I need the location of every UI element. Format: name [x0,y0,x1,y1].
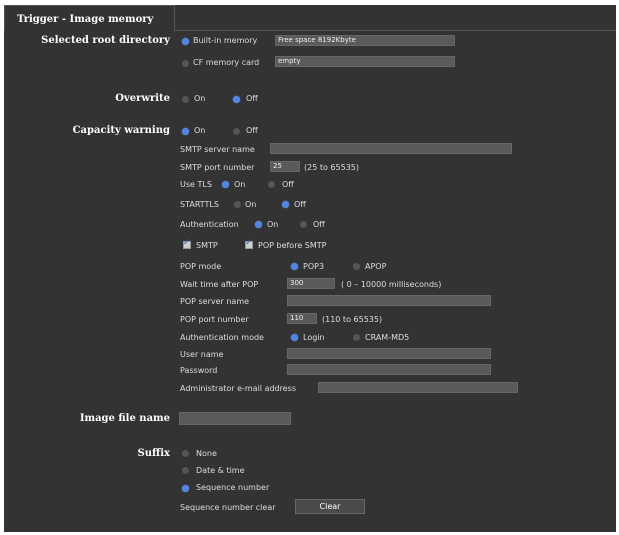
label-suffix-date-time: Date & time [196,466,245,475]
smtp-port-range: (25 to 65535) [304,163,359,172]
radio-auth-login[interactable] [291,334,298,341]
smtp-server-input[interactable] [270,143,512,154]
label-password: Password [180,366,218,375]
label-pop3: POP3 [303,262,325,271]
label-suffix-none: None [196,449,217,458]
pop-server-input[interactable] [287,295,491,306]
smtp-port-input[interactable]: 25 [270,161,300,172]
admin-email-input[interactable] [318,382,518,393]
label-pop-server: POP server name [180,297,250,306]
section-label-overwrite: Overwrite [115,93,170,104]
label-authentication: Authentication [180,220,239,229]
radio-starttls-off[interactable] [282,201,289,208]
label-pop-before-smtp: POP before SMTP [258,241,327,250]
radio-tls-on[interactable] [222,181,229,188]
section-label-root-directory: Selected root directory [41,35,170,46]
label-pop-port: POP port number [180,315,249,324]
label-auth-login: Login [303,333,325,342]
radio-auth-cram-md5[interactable] [353,334,360,341]
radio-apop[interactable] [353,263,360,270]
label-suffix-sequence: Sequence number [196,483,270,492]
radio-suffix-date-time[interactable] [182,467,189,474]
label-overwrite-off: Off [246,94,258,103]
label-wait-time: Wait time after POP [180,280,259,289]
label-tls-off: Off [282,180,294,189]
label-auth-mode: Authentication mode [180,333,264,342]
label-tls-on: On [234,180,246,189]
wait-time-input[interactable]: 300 [287,278,335,289]
radio-pop3[interactable] [291,263,298,270]
tab-divider [175,30,616,31]
radio-capacity-on[interactable] [182,128,189,135]
section-label-suffix: Suffix [137,448,170,459]
checkbox-smtp[interactable] [183,238,191,249]
tab-trigger-image-memory[interactable]: Trigger - Image memory [4,5,175,31]
radio-auth-off[interactable] [300,221,307,228]
label-sequence-clear: Sequence number clear [180,503,276,512]
checkbox-pop-before-smtp[interactable] [245,238,253,249]
label-admin-email: Administrator e-mail address [180,384,296,393]
section-label-image-file-name: Image file name [79,413,170,424]
radio-suffix-none[interactable] [182,450,189,457]
image-file-name-input[interactable] [179,412,291,425]
password-input[interactable] [287,364,491,375]
section-label-capacity-warning: Capacity warning [72,125,170,136]
wait-time-range: ( 0 – 10000 milliseconds) [341,280,442,289]
clear-button[interactable]: Clear [295,499,365,514]
radio-starttls-on[interactable] [234,201,241,208]
label-apop: APOP [365,262,387,271]
label-starttls-off: Off [294,200,306,209]
tab-title: Trigger - Image memory [17,14,154,25]
radio-builtin-memory[interactable] [182,38,189,45]
label-use-tls: Use TLS [180,180,212,189]
radio-tls-off[interactable] [268,181,275,188]
label-overwrite-on: On [194,94,206,103]
label-auth-cram-md5: CRAM-MD5 [365,333,410,342]
label-starttls-on: On [245,200,257,209]
label-capacity-on: On [194,126,206,135]
label-smtp-check: SMTP [196,241,218,250]
label-pop-mode: POP mode [180,262,222,271]
radio-overwrite-on[interactable] [182,96,189,103]
radio-cf-memory-card[interactable] [182,60,189,67]
label-cf-memory-card: CF memory card [193,58,260,67]
label-starttls: STARTTLS [180,200,219,209]
radio-capacity-off[interactable] [233,128,240,135]
label-smtp-server: SMTP server name [180,145,255,154]
label-auth-on: On [267,220,279,229]
radio-overwrite-off[interactable] [233,96,240,103]
label-builtin-memory: Built-in memory [193,36,258,45]
cf-card-status-display: empty [275,56,455,67]
radio-auth-on[interactable] [255,221,262,228]
radio-suffix-sequence[interactable] [182,485,189,492]
label-capacity-off: Off [246,126,258,135]
label-smtp-port: SMTP port number [180,163,255,172]
label-user-name: User name [180,350,224,359]
pop-port-input[interactable]: 110 [287,313,317,324]
builtin-free-space-display: Free space 8192Kbyte [275,35,455,46]
pop-port-range: (110 to 65535) [322,315,383,324]
label-auth-off: Off [313,220,325,229]
user-name-input[interactable] [287,348,491,359]
